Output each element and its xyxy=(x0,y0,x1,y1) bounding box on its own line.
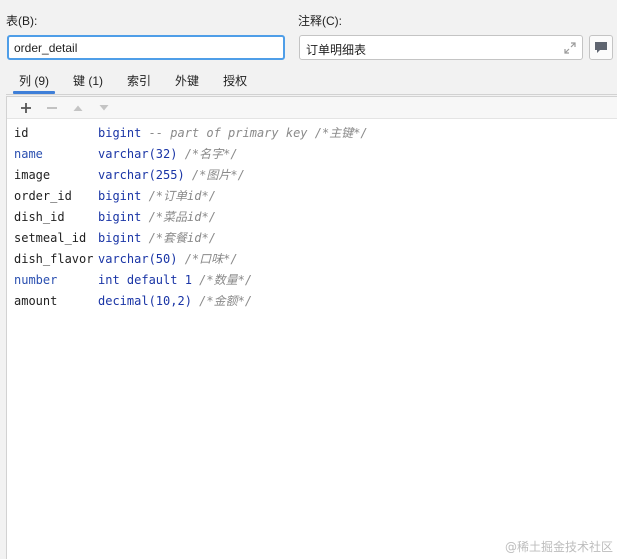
table-comment-field[interactable]: 订单明细表 xyxy=(299,35,583,60)
table-comment-label: 注释(C): xyxy=(298,14,342,28)
column-name: dish_flavor xyxy=(14,252,94,266)
column-row[interactable]: dish_flavor varchar(50) /*口味*/ xyxy=(14,249,368,270)
column-type: bigint xyxy=(98,210,142,224)
table-name-label: 表(B): xyxy=(6,14,38,28)
table-comment-value: 订单明细表 xyxy=(306,43,367,57)
remove-column-button[interactable] xyxy=(39,98,65,118)
tab-keys[interactable]: 键 (1) xyxy=(61,70,115,94)
tab-columns[interactable]: 列 (9) xyxy=(7,70,61,94)
columns-ddl-list: id bigint -- part of primary key /*主键*/ na… xyxy=(14,123,368,312)
column-row[interactable]: id bigint -- part of primary key /*主键*/ xyxy=(14,123,368,144)
column-comment: /*名字*/ xyxy=(177,147,238,161)
column-comment: /*口味*/ xyxy=(177,252,238,266)
column-type: bigint xyxy=(98,126,142,140)
minus-icon xyxy=(47,106,57,109)
column-name: name xyxy=(14,147,43,161)
column-comment: -- part of primary key /*主键*/ xyxy=(141,126,368,140)
tab-foreign-keys[interactable]: 外键 xyxy=(163,70,211,94)
column-row[interactable]: number int default 1 /*数量*/ xyxy=(14,270,368,291)
column-name: order_id xyxy=(14,189,72,203)
watermark: @稀土掘金技术社区 xyxy=(504,540,613,554)
column-type: int default 1 xyxy=(98,273,192,287)
column-type: bigint xyxy=(98,231,142,245)
tab-separator xyxy=(6,94,617,95)
column-name: number xyxy=(14,273,58,287)
column-comment: /*订单id*/ xyxy=(141,189,216,203)
tab-indexes[interactable]: 索引 xyxy=(115,70,163,94)
column-type: varchar(32) xyxy=(98,147,178,161)
column-comment: /*数量*/ xyxy=(191,273,253,287)
columns-panel: id bigint -- part of primary key /*主键*/ na… xyxy=(6,96,617,559)
column-type: varchar(255) xyxy=(98,168,185,182)
columns-toolbar xyxy=(7,97,617,119)
column-name: image xyxy=(14,168,51,182)
column-row[interactable]: name varchar(32) /*名字*/ xyxy=(14,144,368,165)
comment-editor-button[interactable] xyxy=(589,35,613,60)
speech-bubble-icon xyxy=(595,42,607,53)
column-comment: /*套餐id*/ xyxy=(141,231,216,245)
move-up-button[interactable] xyxy=(65,98,91,118)
column-type: varchar(50) xyxy=(98,252,178,266)
column-name: id xyxy=(14,126,29,140)
expand-icon[interactable] xyxy=(563,41,577,55)
move-down-button[interactable] xyxy=(91,98,117,118)
table-name-input[interactable] xyxy=(7,35,285,60)
tab-grants[interactable]: 授权 xyxy=(211,70,259,94)
column-comment: /*金额*/ xyxy=(191,294,253,308)
column-row[interactable]: image varchar(255) /*图片*/ xyxy=(14,165,368,186)
tab-bar: 列 (9) 键 (1) 索引 外键 授权 xyxy=(7,70,259,94)
column-row[interactable]: amount decimal(10,2) /*金额*/ xyxy=(14,291,368,312)
column-row[interactable]: dish_id bigint /*菜品id*/ xyxy=(14,207,368,228)
column-name: amount xyxy=(14,294,58,308)
arrow-down-icon xyxy=(99,104,109,110)
plus-icon xyxy=(21,102,31,113)
column-row[interactable]: order_id bigint /*订单id*/ xyxy=(14,186,368,207)
column-type: decimal(10,2) xyxy=(98,294,192,308)
add-column-button[interactable] xyxy=(13,98,39,118)
column-type: bigint xyxy=(98,189,142,203)
column-name: setmeal_id xyxy=(14,231,87,245)
column-comment: /*菜品id*/ xyxy=(141,210,216,224)
arrow-up-icon xyxy=(73,105,83,111)
column-row[interactable]: setmeal_id bigint /*套餐id*/ xyxy=(14,228,368,249)
column-name: dish_id xyxy=(14,210,65,224)
column-comment: /*图片*/ xyxy=(184,168,245,182)
